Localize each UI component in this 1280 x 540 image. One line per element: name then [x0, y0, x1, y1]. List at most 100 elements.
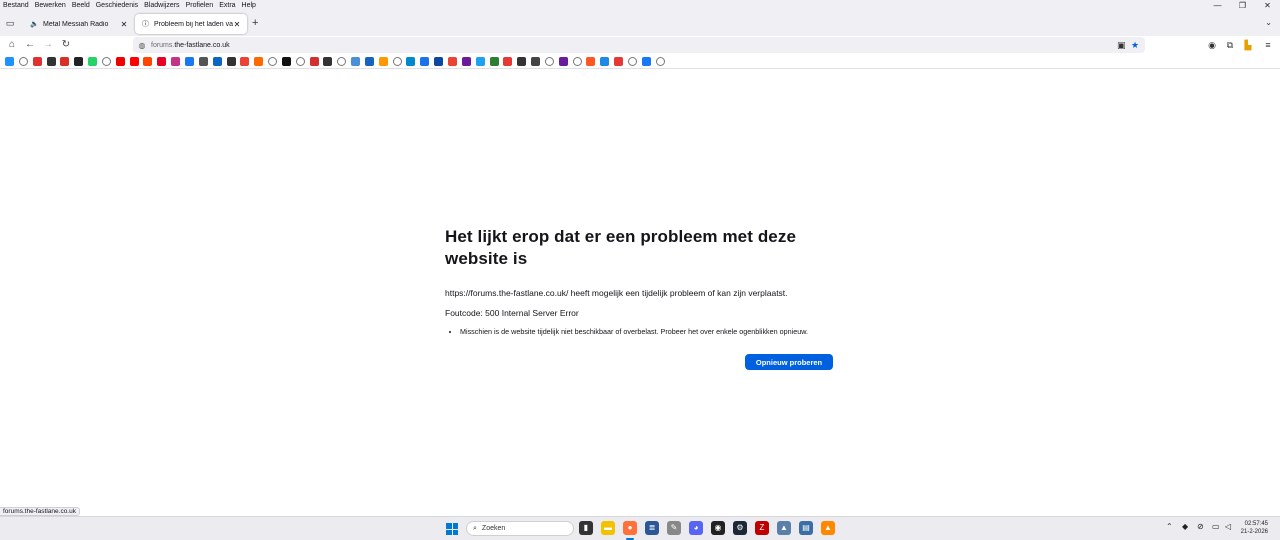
bookmark-favicon-icon[interactable]: [226, 57, 236, 66]
bookmark-favicon-icon[interactable]: [655, 57, 665, 66]
bookmark-favicon-icon[interactable]: [503, 57, 513, 66]
file-explorer-icon[interactable]: ▬: [601, 521, 615, 535]
photos-icon[interactable]: ▲: [777, 521, 791, 535]
bookmark-favicon-icon[interactable]: [157, 57, 167, 66]
menu-bestand[interactable]: Bestand: [0, 1, 32, 11]
url-text[interactable]: forums.the-fastlane.co.uk: [151, 42, 230, 49]
bookmark-favicon-icon[interactable]: [558, 57, 568, 66]
bookmark-favicon-icon[interactable]: [614, 57, 624, 66]
menu-geschiedenis[interactable]: Geschiedenis: [93, 1, 141, 11]
bookmark-favicon-icon[interactable]: [434, 57, 444, 66]
tab-error-page[interactable]: ⓘ Probleem bij het laden van de pagina ✕: [135, 14, 247, 34]
home-icon[interactable]: ⌂: [5, 38, 19, 52]
new-tab-button[interactable]: +: [252, 17, 258, 29]
clock[interactable]: 02:57:45 21-2-2026: [1241, 520, 1268, 536]
tab-metal-messiah-radio[interactable]: 🔈 Metal Messiah Radio ✕: [24, 14, 134, 34]
bookmark-favicon-icon[interactable]: [406, 57, 416, 66]
menu-help[interactable]: Help: [239, 1, 259, 11]
bookmark-favicon-icon[interactable]: [392, 57, 402, 66]
bookmark-favicon-icon[interactable]: [32, 57, 42, 66]
bookmark-favicon-icon[interactable]: [475, 57, 485, 66]
firefox-view-icon[interactable]: ▭: [4, 17, 16, 29]
back-icon[interactable]: ←: [23, 38, 37, 52]
dropbox-icon[interactable]: ◆: [1182, 522, 1188, 531]
bookmark-favicon-icon[interactable]: [572, 57, 582, 66]
bookmark-favicon-icon[interactable]: [281, 57, 291, 66]
extensions-icon[interactable]: ⧉: [1223, 38, 1237, 52]
site-info-icon[interactable]: ◍: [137, 41, 147, 50]
bookmark-favicon-icon[interactable]: [240, 57, 250, 66]
bookmark-favicon-icon[interactable]: [600, 57, 610, 66]
menu-profielen[interactable]: Profielen: [183, 1, 217, 11]
close-tab-icon[interactable]: ✕: [120, 20, 128, 29]
menu-bewerken[interactable]: Bewerken: [32, 1, 69, 11]
bookmark-favicon-icon[interactable]: [461, 57, 471, 66]
bookmark-favicon-icon[interactable]: [101, 57, 111, 66]
url-bar[interactable]: ◍ forums.the-fastlane.co.uk ▣ ★: [133, 37, 1145, 53]
bookmark-favicon-icon[interactable]: [627, 57, 637, 66]
bookmark-favicon-icon[interactable]: [531, 57, 541, 66]
bookmarks-toolbar: [0, 55, 1280, 69]
reader-view-icon[interactable]: ▣: [1117, 38, 1126, 52]
bookmark-favicon-icon[interactable]: [46, 57, 56, 66]
tab-list-button[interactable]: ⌄: [1265, 18, 1272, 27]
bookmark-favicon-icon[interactable]: [378, 57, 388, 66]
discord-icon[interactable]: ◕: [689, 521, 703, 535]
bookmark-favicon-icon[interactable]: [143, 57, 153, 66]
bookmark-favicon-icon[interactable]: [448, 57, 457, 66]
reload-icon[interactable]: ↻: [59, 38, 73, 52]
steam-icon[interactable]: ⚙: [733, 521, 747, 535]
bookmark-favicon-icon[interactable]: [586, 57, 596, 66]
firefox-icon[interactable]: ●: [623, 521, 637, 535]
forward-icon[interactable]: →: [41, 38, 55, 52]
bookmark-favicon-icon[interactable]: [254, 57, 264, 66]
bookmark-favicon-icon[interactable]: [18, 57, 28, 66]
bookmark-favicon-icon[interactable]: [60, 57, 70, 66]
tray-overflow-icon[interactable]: ⌃: [1166, 522, 1173, 531]
menu-beeld[interactable]: Beeld: [69, 1, 93, 11]
bookmark-favicon-icon[interactable]: [364, 57, 374, 66]
bookmark-favicon-icon[interactable]: [295, 57, 305, 66]
bookmark-favicon-icon[interactable]: [88, 57, 98, 66]
bookmark-favicon-icon[interactable]: [74, 57, 84, 66]
music-app-icon[interactable]: ◉: [711, 521, 725, 535]
extension-icon[interactable]: ▙: [1241, 38, 1255, 52]
bookmark-favicon-icon[interactable]: [544, 57, 554, 66]
tab-label: Metal Messiah Radio: [43, 20, 109, 28]
windows-start-icon[interactable]: [446, 523, 458, 535]
bookmark-favicon-icon[interactable]: [5, 57, 14, 66]
bookmark-star-icon[interactable]: ★: [1131, 38, 1139, 52]
bookmark-favicon-icon[interactable]: [517, 57, 527, 66]
bookmark-favicon-icon[interactable]: [198, 57, 208, 66]
retry-button[interactable]: Opnieuw proberen: [745, 354, 833, 370]
bookmark-favicon-icon[interactable]: [420, 57, 430, 66]
paint-icon[interactable]: ✎: [667, 521, 681, 535]
vlc-icon[interactable]: ▲: [821, 521, 835, 535]
bookmark-favicon-icon[interactable]: [212, 57, 222, 66]
bookmark-favicon-icon[interactable]: [351, 57, 361, 66]
network-off-icon[interactable]: ⊘: [1197, 522, 1204, 531]
menu-extra[interactable]: Extra: [216, 1, 238, 11]
bookmark-favicon-icon[interactable]: [641, 57, 651, 66]
document-app-icon[interactable]: ▤: [799, 521, 813, 535]
speaker-icon: 🔈: [30, 21, 39, 28]
bookmark-favicon-icon[interactable]: [129, 57, 139, 66]
speaker-tray-icon[interactable]: ◁: [1225, 522, 1231, 531]
filezilla-icon[interactable]: Z: [755, 521, 769, 535]
menu-bladwijzers[interactable]: Bladwijzers: [141, 1, 182, 11]
taskbar-search[interactable]: ⌕ Zoeken: [466, 521, 574, 536]
bookmark-favicon-icon[interactable]: [184, 57, 194, 66]
bookmark-favicon-icon[interactable]: [115, 57, 125, 66]
bookmark-favicon-icon[interactable]: [171, 57, 181, 66]
monitor-icon[interactable]: ▭: [1212, 522, 1220, 531]
bookmark-favicon-icon[interactable]: [337, 57, 347, 66]
bookmark-favicon-icon[interactable]: [268, 57, 278, 66]
app-menu-icon[interactable]: ≡: [1261, 38, 1275, 52]
notepad-icon[interactable]: ≣: [645, 521, 659, 535]
bookmark-favicon-icon[interactable]: [323, 57, 333, 66]
task-view-icon[interactable]: ▮: [579, 521, 593, 535]
close-tab-icon[interactable]: ✕: [233, 20, 241, 29]
account-icon[interactable]: ◉: [1205, 38, 1219, 52]
bookmark-favicon-icon[interactable]: [489, 57, 499, 66]
bookmark-favicon-icon[interactable]: [309, 57, 319, 66]
